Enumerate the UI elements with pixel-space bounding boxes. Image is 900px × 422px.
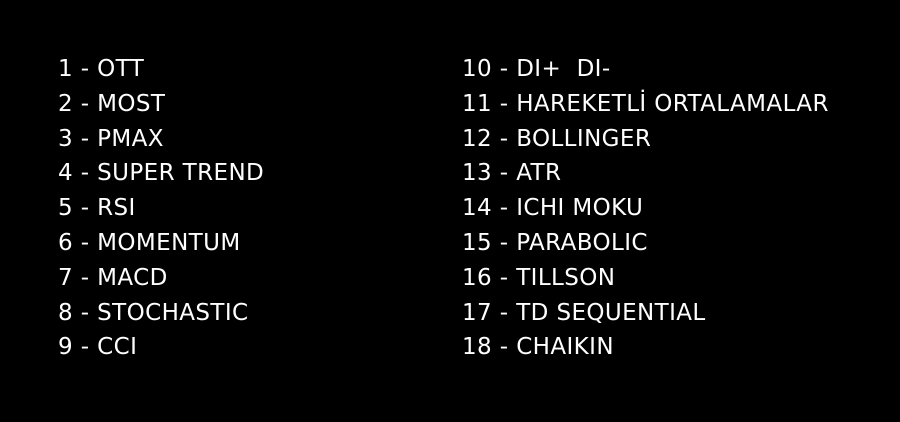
list-item: 8 - STOCHASTIC <box>58 299 249 326</box>
list-item: 7 - MACD <box>58 264 168 291</box>
indicator-list-left: 1 - OTT 2 - MOST 3 - PMAX 4 - SUPER TREN… <box>58 52 264 365</box>
list-item: 15 - PARABOLIC <box>462 229 648 256</box>
list-item: 13 - ATR <box>462 160 562 187</box>
list-item: 1 - OTT <box>58 56 145 82</box>
list-item: 3 - PMAX <box>58 125 164 152</box>
list-item: 2 - MOST <box>58 90 166 117</box>
indicator-list-slide: 1 - OTT 2 - MOST 3 - PMAX 4 - SUPER TREN… <box>0 0 900 422</box>
list-item: 17 - TD SEQUENTIAL <box>462 299 706 326</box>
list-item: 14 - ICHI MOKU <box>462 195 644 222</box>
list-item: 16 - TILLSON <box>462 264 616 291</box>
list-item: 18 - CHAIKIN <box>462 334 614 361</box>
list-item: 11 - HAREKETLİ ORTALAMALAR <box>462 90 829 117</box>
list-item: 9 - CCI <box>58 334 138 361</box>
indicator-list-right: 10 - DI+ DI- 11 - HAREKETLİ ORTALAMALAR … <box>462 52 829 365</box>
list-item: 12 - BOLLINGER <box>462 125 652 152</box>
list-item: 6 - MOMENTUM <box>58 229 241 256</box>
list-item: 10 - DI+ DI- <box>462 56 611 82</box>
list-item: 5 - RSI <box>58 195 136 222</box>
list-item: 4 - SUPER TREND <box>58 160 265 187</box>
